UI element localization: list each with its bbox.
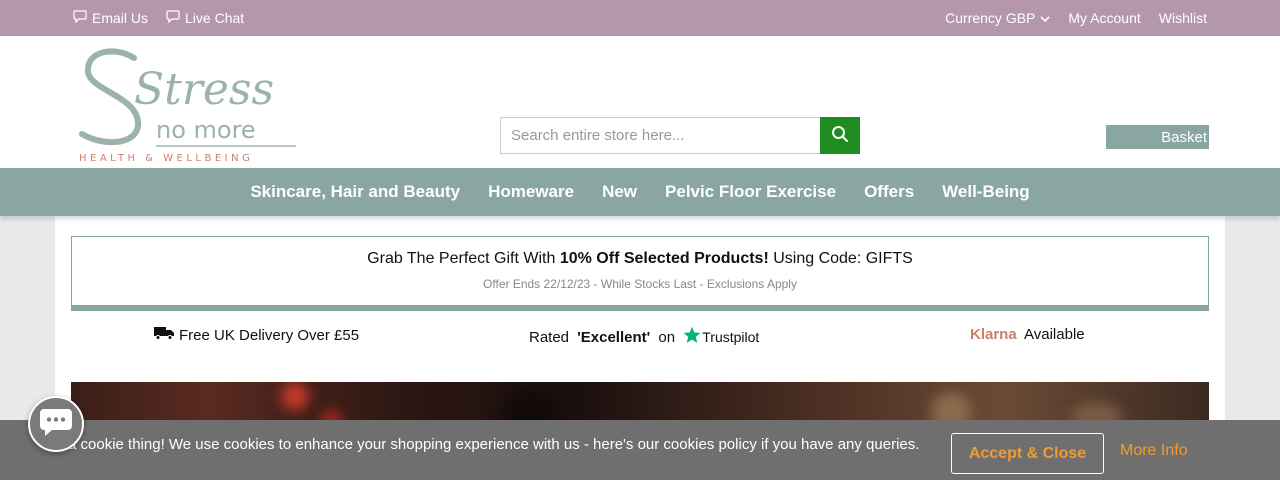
live-chat-label: Live Chat [185,10,245,26]
chat-bubble-icon [73,10,87,26]
nav-item-offers[interactable]: Offers [850,182,928,202]
promo-subtext: Offer Ends 22/12/23 - While Stocks Last … [483,277,797,291]
cookie-message: a cookie thing! We use cookies to enhanc… [68,436,920,453]
search-bar [500,117,860,154]
usp-rated-on: on [654,328,680,346]
promo-prefix: Grab The Perfect Gift With [367,250,560,267]
currency-label: Currency GBP [945,10,1036,26]
nav-item-homeware[interactable]: Homeware [474,182,588,202]
klarna-suffix: Available [1020,326,1085,343]
promo-headline: Grab The Perfect Gift With 10% Off Selec… [72,250,1208,268]
nav-item-skincare[interactable]: Skincare, Hair and Beauty [236,182,474,202]
currency-selector[interactable]: Currency GBP [945,10,1050,26]
nav-item-well-being[interactable]: Well-Being [928,182,1044,202]
site-logo[interactable]: Stress no more HEALTH & WELLBEING [76,44,302,164]
chat-icon [38,406,74,443]
usp-delivery-text: Free UK Delivery Over £55 [179,326,360,344]
chat-bubble-icon [166,10,180,26]
search-button[interactable] [820,117,860,154]
promo-suffix: Using Code: GIFTS [768,250,913,267]
my-account-link[interactable]: My Account [1068,10,1140,26]
email-us-label: Email Us [92,10,149,26]
wishlist-link[interactable]: Wishlist [1159,10,1207,26]
trustpilot-star-icon [683,326,701,348]
main-navigation: Skincare, Hair and Beauty Homeware New P… [0,168,1280,216]
usp-rated-value: 'Excellent' [577,328,651,346]
usp-delivery: Free UK Delivery Over £55 [154,326,359,344]
klarna-label: Klarna [970,326,1017,343]
live-chat-link[interactable]: Live Chat [166,10,244,26]
live-chat-widget-button[interactable] [28,396,84,452]
search-icon [831,125,849,146]
hero-bokeh-light [281,382,309,410]
nav-item-new[interactable]: New [588,182,651,202]
chevron-down-icon [1040,10,1050,26]
cookie-more-info-link[interactable]: More Info [1120,442,1188,460]
logo-tagline: HEALTH & WELLBEING [79,153,253,162]
site-header: Stress no more HEALTH & WELLBEING Basket [0,36,1280,168]
trustpilot-wordmark: Trustpilot [702,329,760,345]
delivery-truck-icon [154,326,175,344]
promo-highlight: 10% Off Selected Products! [559,250,769,267]
top-bar: Email Us Live Chat Currency GBP My Accou… [0,0,1280,36]
cookie-banner: a cookie thing! We use cookies to enhanc… [0,420,1280,480]
email-us-link[interactable]: Email Us [73,10,148,26]
promo-banner[interactable]: Grab The Perfect Gift With 10% Off Selec… [71,236,1209,311]
accept-cookies-button[interactable]: Accept & Close [951,433,1104,474]
basket-button[interactable]: Basket [1106,125,1209,149]
basket-label: Basket [1161,128,1207,146]
usp-strip: Free UK Delivery Over £55 Rated 'Excelle… [71,326,1209,350]
usp-klarna[interactable]: Klarna Available [970,326,1085,343]
search-input[interactable] [500,117,820,154]
top-bar-left: Email Us Live Chat [73,10,244,26]
usp-trustpilot[interactable]: Rated 'Excellent' on Trustpilot [529,326,759,348]
usp-rated-prefix: Rated [529,328,574,346]
top-bar-right: Currency GBP My Account Wishlist [945,10,1207,26]
logo-text-stress: Stress [134,64,274,115]
nav-item-pelvic-floor[interactable]: Pelvic Floor Exercise [651,182,850,202]
logo-text-no-more: no more [156,116,256,144]
